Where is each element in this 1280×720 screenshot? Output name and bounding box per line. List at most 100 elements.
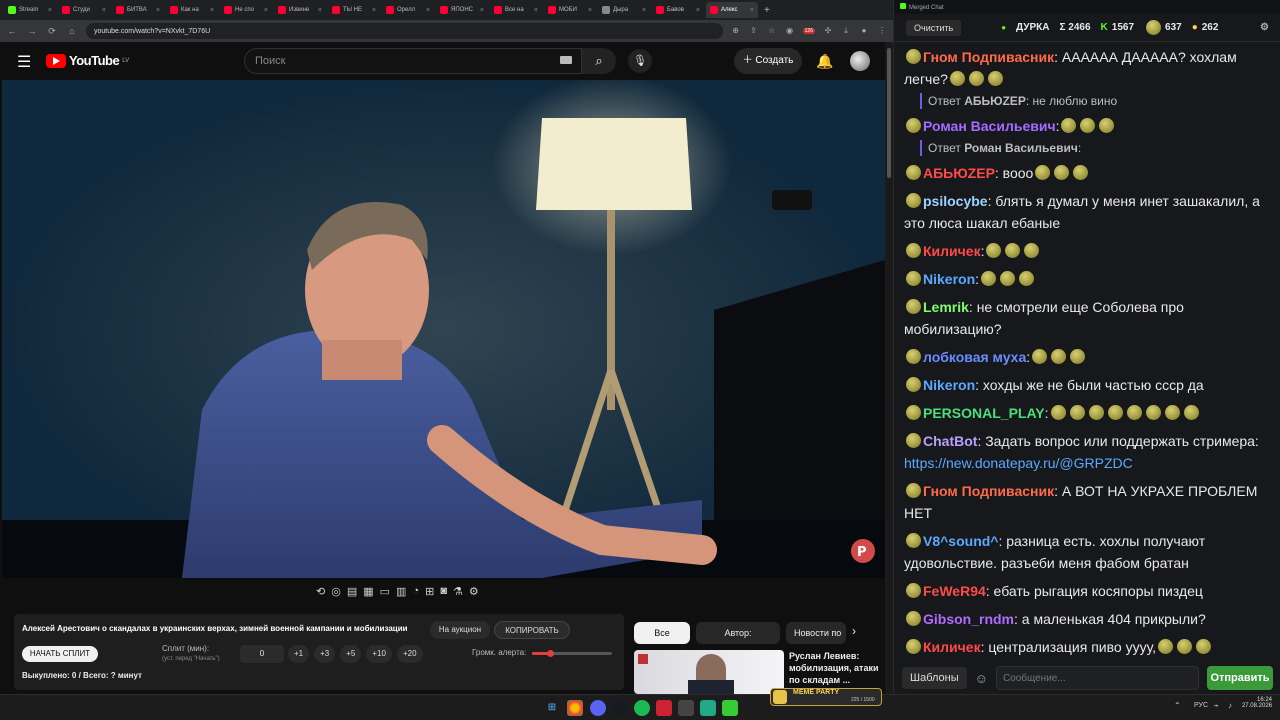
chat-username[interactable]: PERSONAL_PLAY [923,405,1045,421]
tab-close-icon[interactable]: × [264,7,268,14]
tab-close-icon[interactable]: × [210,7,214,14]
extension-icon[interactable]: ◉ [785,26,795,36]
browser-tab[interactable]: БИТВА × [112,2,164,18]
back-icon[interactable]: ← [6,26,18,36]
chat-settings-icon[interactable]: ⚙ [1260,22,1269,33]
language-indicator[interactable]: РУС [1194,702,1208,709]
chat-username[interactable]: Nikeron [923,377,975,393]
bookmark-star-icon[interactable]: ☆ [767,26,777,36]
browser-tab[interactable]: Орелл × [382,2,434,18]
chip-all-videos[interactable]: Все видео [634,622,690,660]
tab-close-icon[interactable]: × [426,7,430,14]
app-icon-red[interactable] [656,700,672,716]
browser-tab[interactable]: Stream × [4,2,56,18]
app-icon-gray[interactable] [678,700,694,716]
chat-username[interactable]: V8^sound^ [923,533,998,549]
browser-tab[interactable]: ТЫ НЕ × [328,2,380,18]
split-increment-button[interactable]: +20 [396,645,423,663]
keyboard-icon[interactable] [560,56,572,64]
home-icon[interactable]: ⌂ [66,26,78,36]
browser-tab[interactable]: Алекс × [706,2,758,18]
notifications-bell-icon[interactable]: 🔔 [816,53,833,70]
broadcast-icon[interactable]: ◎ [331,585,341,605]
playlist-icon[interactable]: ▤ [347,585,357,605]
chip-author[interactable]: Автор: Редакция [696,622,780,660]
templates-button[interactable]: Шаблоны [902,667,967,689]
chat-message-input[interactable] [995,666,1199,690]
chat-username[interactable]: Гном Подпивасник [923,483,1054,499]
copy-button[interactable]: КОПИРОВАТЬ [494,621,570,639]
chat-username[interactable]: Гном Подпивасник [923,49,1054,65]
tab-close-icon[interactable]: × [102,7,106,14]
discord-icon[interactable] [590,700,606,716]
browser-tab[interactable]: Дыра × [598,2,650,18]
chip-news[interactable]: Новости по [786,622,846,644]
microphone-icon[interactable]: 🎙 [628,49,652,73]
alert-volume-slider[interactable] [532,650,612,657]
chat-username[interactable]: ChatBot [923,433,977,449]
browser-tab[interactable]: Студи × [58,2,110,18]
reload-icon[interactable]: ⟳ [46,26,58,37]
camera-icon[interactable]: ◙ [440,585,447,605]
split-increment-button[interactable]: +1 [288,645,310,663]
page-scrollbar-thumb[interactable] [887,48,891,178]
profile-icon[interactable]: ● [859,26,869,36]
browser-tab[interactable]: ЯПОНС × [436,2,488,18]
split-increment-button[interactable]: +10 [366,645,392,663]
tab-close-icon[interactable]: × [372,7,376,14]
zoom-icon[interactable]: ⊕ [731,26,741,36]
create-button[interactable]: ＋ Создать [734,48,802,74]
menu-dots-icon[interactable]: ⋮ [877,26,887,36]
picture-in-picture-icon[interactable]: ▭ [380,585,390,605]
tab-close-icon[interactable]: × [480,7,484,14]
tray-arrow-icon[interactable]: ⌃ [1174,701,1181,710]
browser-tab[interactable]: Извине × [274,2,326,18]
telegram-icon[interactable] [700,700,716,716]
loop-icon[interactable]: ⟲ [316,585,325,605]
split-increment-button[interactable]: +5 [340,645,362,663]
clock[interactable]: 16:24 27.08.2026 [1240,697,1272,709]
add-box-icon[interactable]: ⊞ [425,585,434,605]
chat-messages-list[interactable]: Гном Подпивасник: АААААА ДААААА? хохлам … [894,42,1280,660]
tab-close-icon[interactable]: × [588,7,592,14]
meme-party-widget[interactable]: MEME PARTY 225 / 1500 [770,688,882,706]
search-input[interactable]: Поиск [244,48,582,74]
chat-link[interactable]: https://new.donatepay.ru/@GRPZDC [904,455,1133,471]
chat-username[interactable]: Nikeron [923,271,975,287]
tab-close-icon[interactable]: × [48,7,52,14]
steam-icon[interactable] [612,700,628,716]
split-minutes-input[interactable]: 0 [240,645,284,663]
youtube-logo[interactable]: YouTube LV [46,53,129,68]
tab-close-icon[interactable]: × [534,7,538,14]
chat-username[interactable]: Gibson_rndm [923,611,1014,627]
spotify-icon[interactable] [634,700,650,716]
share-icon[interactable]: ⇪ [749,26,759,36]
browser-tab[interactable]: Не спо × [220,2,272,18]
speed-gauge-icon[interactable]: ◔ [412,585,419,605]
settings-gear-icon[interactable]: ⚙ [469,585,479,605]
kick-app-icon[interactable] [722,700,738,716]
download-icon[interactable]: ⤓ [841,26,851,36]
chrome-icon[interactable] [567,700,583,716]
forward-icon[interactable]: → [26,26,38,36]
windows-start-icon[interactable]: ⊞ [544,700,560,716]
page-scrollbar[interactable] [885,42,893,694]
clapper-icon[interactable]: ▦ [363,585,373,605]
hamburger-menu-icon[interactable]: ☰ [17,52,31,72]
send-button[interactable]: Отправить [1207,666,1273,690]
alert-volume-knob[interactable] [546,650,554,657]
browser-tab[interactable]: Бавов × [652,2,704,18]
network-icon[interactable]: ⌁ [1214,701,1219,710]
chat-username[interactable]: Lemrik [923,299,969,315]
chat-username[interactable]: FeWeR94 [923,583,986,599]
clear-chat-button[interactable]: Очистить [906,19,962,36]
volume-icon[interactable]: ♪ [1228,701,1232,710]
browser-tab[interactable]: МОБИ × [544,2,596,18]
tab-close-icon[interactable]: × [642,7,646,14]
browser-tab[interactable]: Как на × [166,2,218,18]
recommendation-thumbnail[interactable] [634,650,784,694]
url-field[interactable]: youtube.com/watch?v=NXvkt_7D76U [86,23,723,39]
chat-username[interactable]: АБЬЮZEP [923,165,995,181]
split-increment-button[interactable]: +3 [314,645,336,663]
start-split-button[interactable]: НАЧАТЬ СПЛИТ [22,646,98,662]
